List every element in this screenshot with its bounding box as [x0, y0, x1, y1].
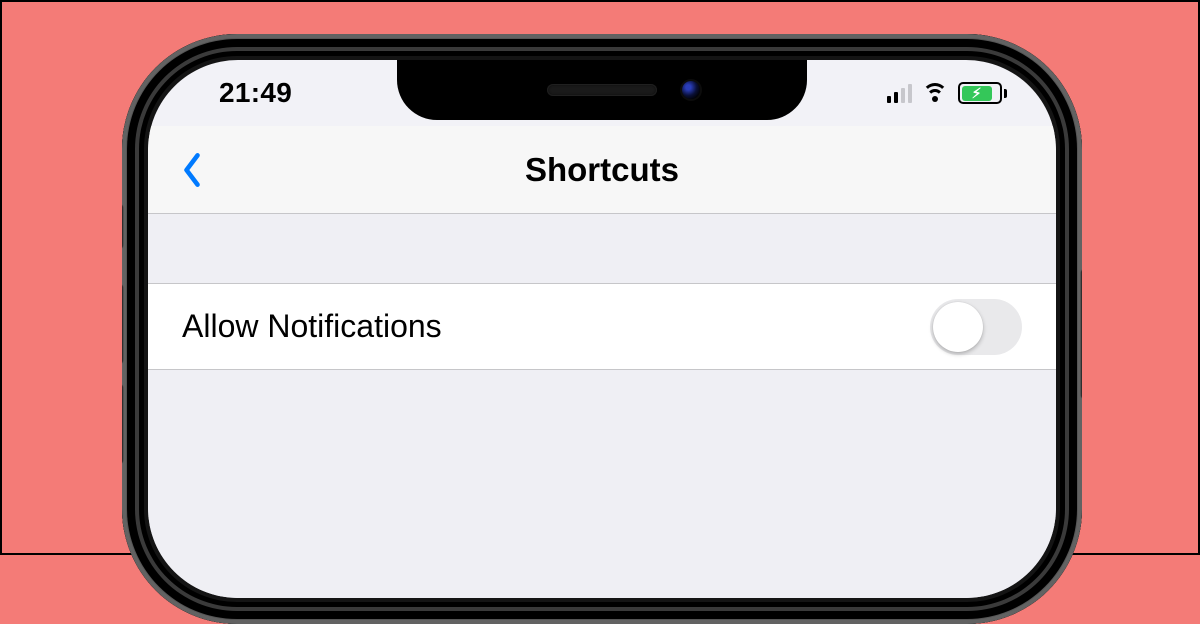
settings-row-label: Allow Notifications	[182, 308, 442, 345]
iphone-device-frame: 21:49 ⚡︎	[122, 34, 1082, 624]
settings-row-allow-notifications[interactable]: Allow Notifications	[148, 284, 1056, 370]
settings-content: Allow Notifications	[148, 214, 1056, 598]
chevron-left-icon	[181, 151, 203, 189]
status-right-cluster: ⚡︎	[887, 82, 1012, 104]
charging-bolt-icon: ⚡︎	[972, 86, 982, 100]
status-time: 21:49	[193, 77, 292, 109]
battery-icon: ⚡︎	[958, 82, 1007, 104]
page-title: Shortcuts	[525, 151, 679, 189]
earpiece-speaker	[547, 84, 657, 96]
wifi-icon	[922, 83, 948, 103]
silence-switch	[122, 204, 123, 249]
cell-signal-icon	[887, 84, 913, 103]
front-camera	[682, 81, 700, 99]
navigation-bar: Shortcuts	[148, 126, 1056, 214]
back-button[interactable]	[172, 150, 212, 190]
phone-screen: 21:49 ⚡︎	[148, 60, 1056, 598]
volume-down-button	[122, 384, 123, 464]
allow-notifications-toggle[interactable]	[930, 299, 1022, 355]
device-notch	[397, 60, 807, 120]
section-spacer	[148, 214, 1056, 284]
toggle-knob	[933, 302, 983, 352]
volume-up-button	[122, 284, 123, 364]
power-button	[1081, 269, 1082, 399]
